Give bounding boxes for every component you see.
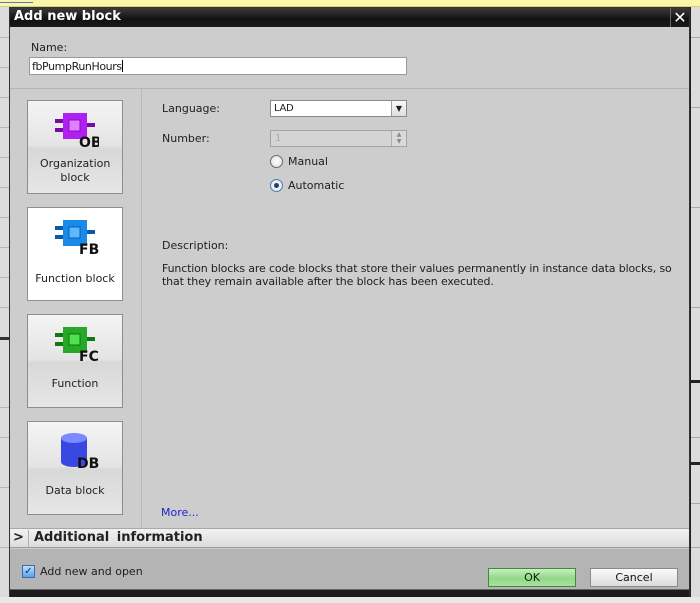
radio-automatic-label: Automatic: [288, 179, 345, 192]
name-label: Name:: [31, 41, 68, 54]
ob-tag: OB: [79, 135, 99, 149]
checkbox-checked-icon: ✓: [22, 565, 35, 578]
dialog-footer: ✓ Add new and open OK Cancel: [10, 549, 689, 589]
number-label: Number:: [162, 132, 210, 145]
function-block-icon: FB: [55, 220, 99, 256]
fc-tag: FC: [79, 349, 99, 363]
background-app-left-edge: [0, 7, 9, 603]
fb-tag: FB: [79, 242, 99, 256]
function-icon: FC: [55, 327, 99, 363]
background-underline: [0, 0, 33, 3]
close-button[interactable]: ✕: [670, 8, 689, 27]
block-type-function[interactable]: FC Function: [27, 314, 123, 408]
additional-information-section[interactable]: > Additional information: [10, 528, 689, 548]
language-value: LAD: [274, 103, 294, 114]
radio-circle-selected: [270, 179, 283, 192]
add-new-and-open-label: Add new and open: [40, 565, 143, 578]
block-type-list: OB Organization block FB Function block …: [10, 89, 142, 528]
name-input[interactable]: fbPumpRunHours: [29, 57, 407, 75]
radio-circle: [270, 155, 283, 168]
dialog-title: Add new block: [14, 9, 121, 24]
add-new-block-dialog: Add new block ✕ Name: fbPumpRunHours OB …: [9, 7, 690, 597]
block-type-label: Data block: [45, 484, 105, 497]
close-icon: ✕: [673, 8, 687, 27]
cancel-button[interactable]: Cancel: [590, 568, 678, 587]
organization-block-icon: OB: [55, 113, 99, 149]
language-label: Language:: [162, 102, 220, 115]
chevron-down-icon[interactable]: ▼: [391, 101, 406, 116]
db-tag: DB: [77, 456, 99, 470]
block-type-data-block[interactable]: DB Data block: [27, 421, 123, 515]
data-block-icon: DB: [61, 433, 99, 470]
block-type-function-block[interactable]: FB Function block: [27, 207, 123, 301]
background-app-strip: [0, 0, 700, 7]
chevron-right-icon[interactable]: >: [13, 530, 29, 548]
number-input: 1 ▲ ▼: [270, 130, 407, 147]
block-type-label: Function: [51, 377, 99, 390]
description-text: Function blocks are code blocks that sto…: [162, 262, 672, 288]
name-input-value: fbPumpRunHours: [32, 60, 122, 73]
language-select[interactable]: LAD ▼: [270, 100, 407, 117]
dialog-titlebar[interactable]: Add new block ✕: [10, 8, 689, 27]
ok-button[interactable]: OK: [488, 568, 576, 587]
additional-information-label: Additional information: [34, 530, 203, 545]
background-app-bottom: [0, 597, 700, 603]
dialog-bottom-border: [10, 589, 689, 597]
number-value: 1: [275, 133, 282, 144]
text-caret: [121, 60, 123, 72]
block-type-label: Function block: [35, 272, 115, 285]
more-link[interactable]: More...: [161, 506, 199, 519]
radio-manual-label: Manual: [288, 155, 328, 168]
block-type-label: Organization block: [40, 157, 111, 184]
description-title: Description:: [162, 239, 229, 252]
block-type-organization-block[interactable]: OB Organization block: [27, 100, 123, 194]
background-app-right-edge: [690, 7, 700, 603]
spinner-icon: ▲ ▼: [391, 131, 406, 146]
